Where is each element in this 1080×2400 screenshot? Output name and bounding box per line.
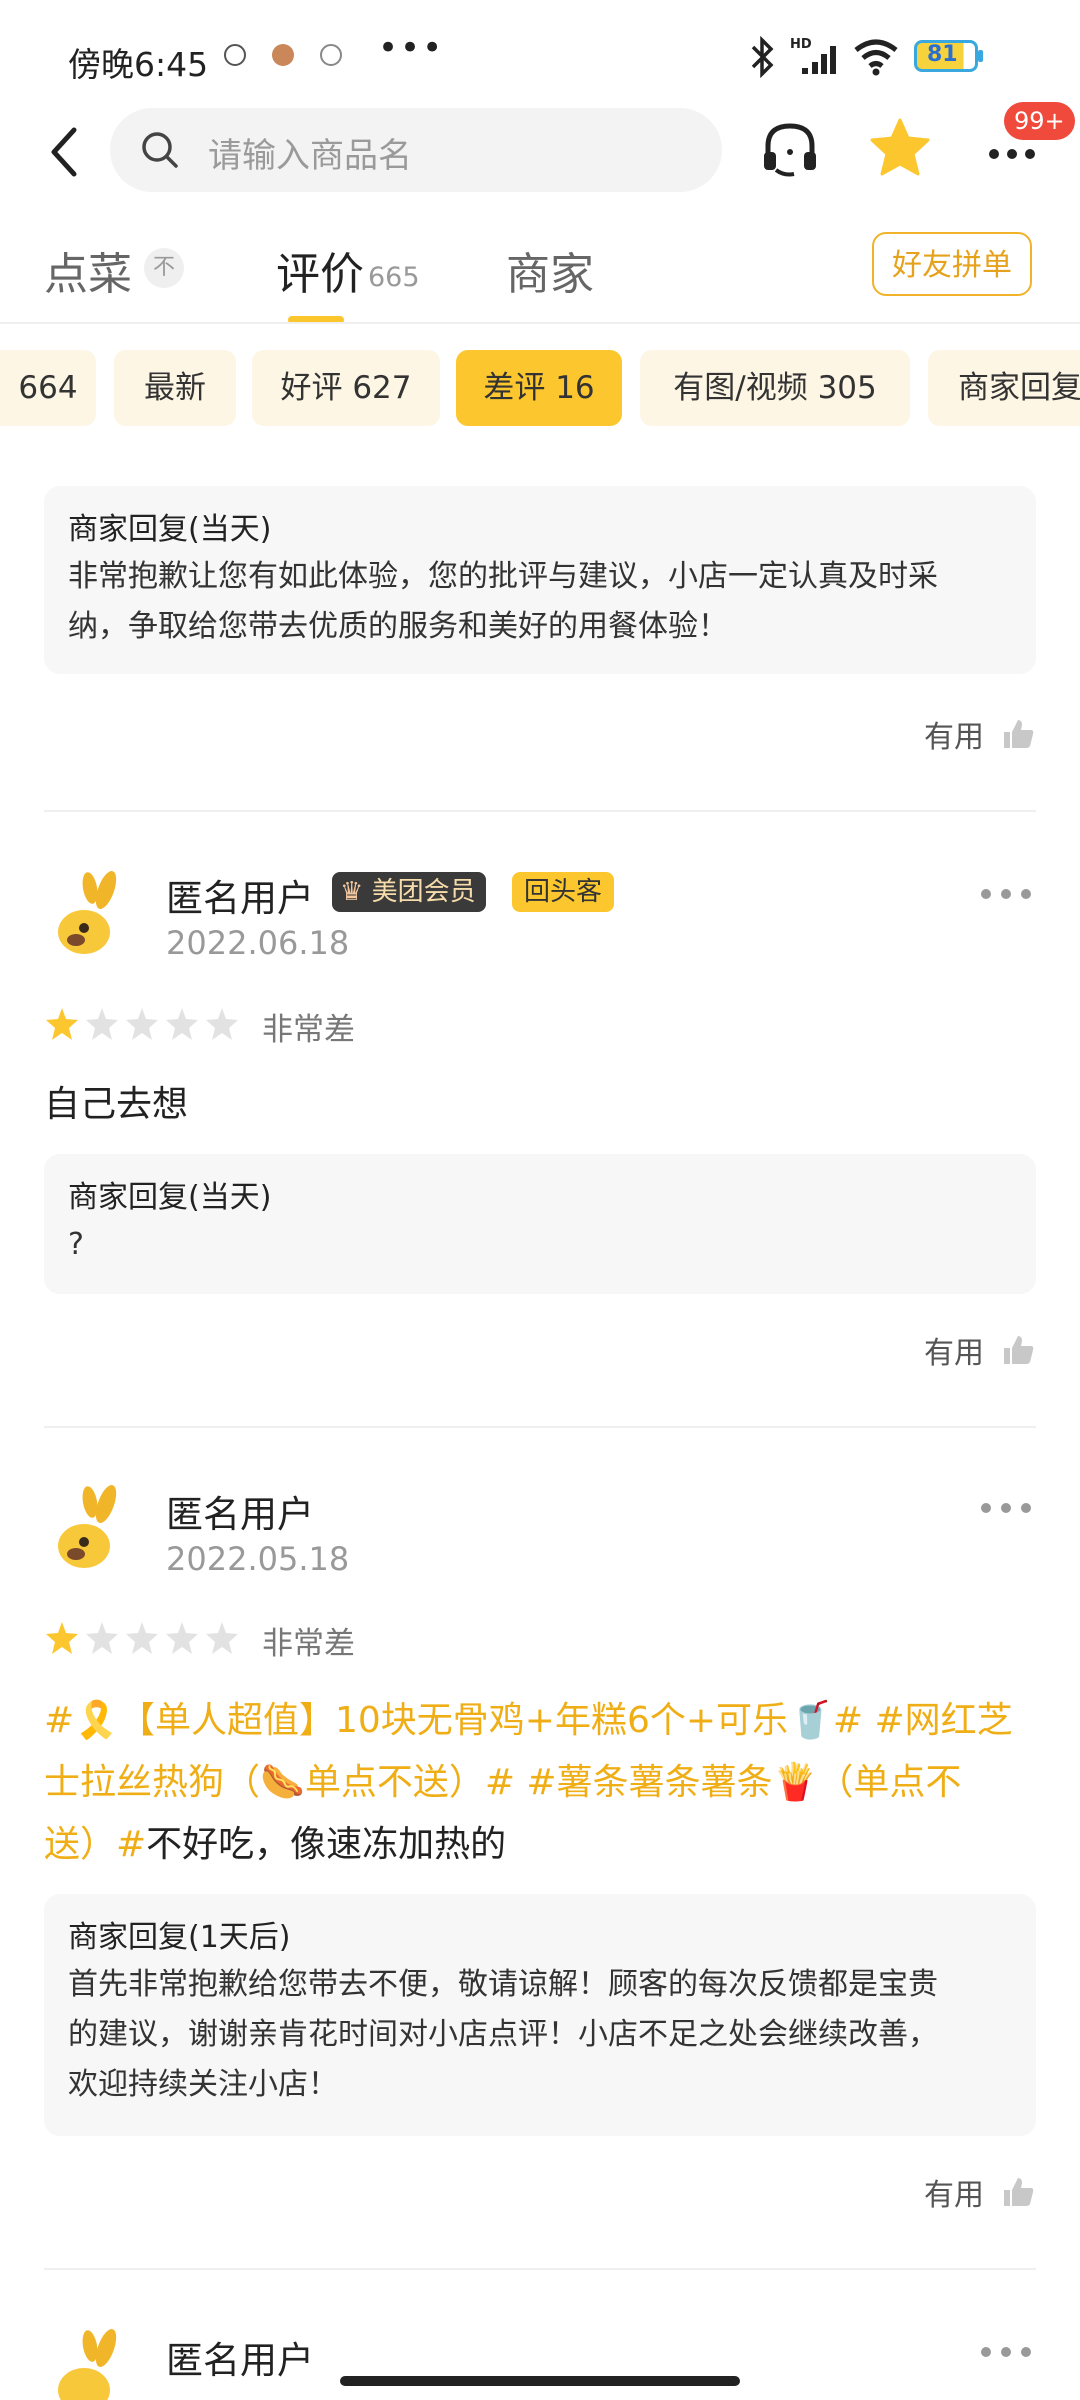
notification-badge: 99+ (1004, 102, 1075, 140)
battery-icon: 81 (914, 40, 978, 72)
home-indicator[interactable] (340, 2376, 740, 2386)
star-empty-icon (166, 1622, 198, 1654)
member-badge-label: 美团会员 (371, 877, 476, 907)
merchant-reply-title: 商家回复(当天) (68, 512, 272, 547)
merchant-reply-title: 商家回复(1天后) (68, 1920, 291, 1955)
tab-menu[interactable]: 点菜 (44, 238, 132, 302)
product-tag[interactable]: #🎗️【单人超值】10块无骨鸡+年糕6个+可乐🥤# #网红芝 (44, 1690, 1036, 1752)
filter-chip-media[interactable]: 有图/视频 305 (640, 350, 910, 426)
status-bar: 傍晚6:45 ••• HD 81 (0, 0, 1080, 100)
merchant-reply: 商家回复(当天) 非常抱歉让您有如此体验，您的批评与建议，小店一定认真及时采 纳… (44, 486, 1036, 674)
wifi-icon (854, 39, 898, 76)
useful-button[interactable]: 有用 (924, 1328, 1036, 1372)
review-text: #🎗️【单人超值】10块无骨鸡+年糕6个+可乐🥤# #网红芝 士拉丝热狗（🌭单点… (44, 1690, 1036, 1876)
useful-button[interactable]: 有用 (924, 2170, 1036, 2214)
divider (0, 322, 1080, 324)
back-icon[interactable] (46, 122, 86, 182)
filter-chip-latest[interactable]: 最新 (114, 350, 236, 426)
reviews-count: 665 (368, 262, 420, 293)
reviewer-name: 匿名用户 (166, 2339, 314, 2382)
divider (44, 2268, 1036, 2270)
tab-reviews[interactable]: 评价 (276, 238, 364, 302)
useful-label: 有用 (924, 720, 984, 755)
thumbs-up-icon (1004, 1336, 1034, 1364)
filter-chip-negative[interactable]: 差评 16 (456, 350, 622, 426)
tab-merchant[interactable]: 商家 (506, 238, 594, 302)
star-empty-icon (126, 1008, 158, 1040)
star-empty-icon (126, 1622, 158, 1654)
filter-chip-merchant-reply[interactable]: 商家回复 (928, 350, 1080, 426)
network-type-label: HD (790, 37, 812, 52)
merchant-reply-text: 的建议，谢谢亲肯花时间对小店点评！小店不足之处会继续改善， (68, 2017, 938, 2052)
favorite-star-icon[interactable] (868, 116, 932, 180)
battery-level: 81 (927, 42, 958, 67)
star-empty-icon (86, 1008, 118, 1040)
merchant-reply-text: 纳，争取给您带去优质的服务和美好的用餐体验！ (68, 609, 728, 644)
merchant-reply: 商家回复(1天后) 首先非常抱歉给您带去不便，敬请谅解！顾客的每次反馈都是宝贵 … (44, 1894, 1036, 2136)
star-filled-icon (46, 1008, 78, 1040)
divider (44, 1426, 1036, 1428)
rating-text: 非常差 (262, 1012, 355, 1048)
useful-label: 有用 (924, 1336, 984, 1371)
member-badge: ♛ 美团会员 (332, 872, 486, 912)
thumbs-up-icon (1004, 2178, 1034, 2206)
merchant-reply-title: 商家回复(当天) (68, 1180, 272, 1215)
star-filled-icon (46, 1622, 78, 1654)
avatar[interactable] (44, 2324, 144, 2400)
returning-customer-badge: 回头客 (512, 872, 615, 912)
avatar[interactable] (44, 866, 144, 966)
star-empty-icon (166, 1008, 198, 1040)
filter-chip-all[interactable]: 664 (0, 350, 96, 426)
customer-service-icon[interactable] (760, 116, 820, 184)
filter-chip-positive[interactable]: 好评 627 (252, 350, 440, 426)
divider (44, 810, 1036, 812)
status-time: 傍晚6:45 (68, 45, 209, 84)
bluetooth-icon (751, 36, 774, 78)
rating-text: 非常差 (262, 1626, 355, 1662)
crown-icon: ♛ (340, 877, 364, 907)
merchant-reply-text: 欢迎持续关注小店！ (68, 2067, 338, 2102)
more-notifications-icon: ••• (378, 28, 445, 68)
thumbs-up-icon (1004, 720, 1034, 748)
avatar[interactable] (44, 1480, 144, 1580)
product-tag[interactable]: 士拉丝热狗（🌭单点不送）# #薯条薯条薯条🍟（单点不 (44, 1752, 1036, 1814)
review-date: 2022.06.18 (166, 924, 350, 962)
review-text: 自己去想 (44, 1084, 189, 1125)
more-options-icon[interactable] (976, 1498, 1036, 1518)
search-icon (142, 132, 178, 168)
star-empty-icon (86, 1622, 118, 1654)
review-date: 2022.05.18 (166, 1540, 350, 1578)
star-rating (44, 1006, 240, 1042)
search-input[interactable]: 请输入商品名 (110, 108, 722, 192)
more-options-icon[interactable] (976, 884, 1036, 904)
reviewer-name: 匿名用户 (166, 1493, 314, 1536)
app-notification-icon (320, 44, 342, 66)
useful-button[interactable]: 有用 (924, 712, 1036, 756)
pin-icon[interactable]: 不 (144, 248, 184, 288)
product-tag[interactable]: 送）# (44, 1824, 146, 1865)
search-placeholder: 请输入商品名 (208, 136, 412, 176)
merchant-reply: 商家回复(当天) ? (44, 1154, 1036, 1294)
reviewer-name: 匿名用户 (166, 877, 314, 920)
app-notification-icon (224, 44, 246, 66)
useful-label: 有用 (924, 2178, 984, 2213)
merchant-reply-text: 首先非常抱歉给您带去不便，敬请谅解！顾客的每次反馈都是宝贵 (68, 1967, 938, 2002)
merchant-reply-text: ? (68, 1227, 84, 1262)
merchant-reply-text: 非常抱歉让您有如此体验，您的批评与建议，小店一定认真及时采 (68, 559, 938, 594)
group-order-button[interactable]: 好友拼单 (872, 232, 1032, 296)
more-options-icon[interactable] (976, 2342, 1036, 2362)
star-empty-icon (206, 1622, 238, 1654)
app-notification-icon (272, 44, 294, 66)
star-rating (44, 1620, 240, 1656)
review-body: 不好吃，像速冻加热的 (146, 1824, 507, 1865)
star-empty-icon (206, 1008, 238, 1040)
cellular-signal-icon: HD (790, 37, 836, 74)
